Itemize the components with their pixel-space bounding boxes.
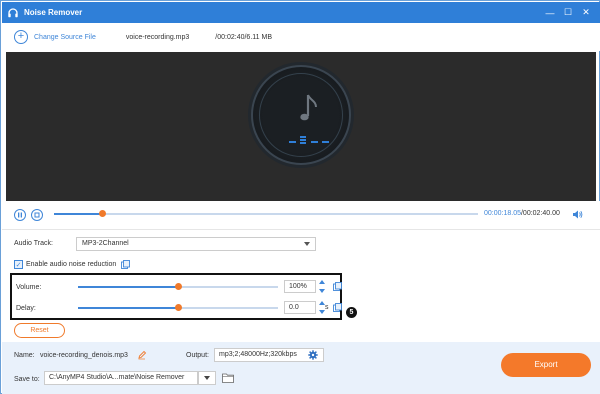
volume-up-icon[interactable] <box>318 280 325 284</box>
delay-unit: s <box>325 304 329 311</box>
stop-button[interactable] <box>31 209 43 221</box>
change-source-file-link[interactable]: Change Source File <box>34 34 96 41</box>
pause-button[interactable] <box>14 209 26 221</box>
music-note-icon <box>300 94 317 121</box>
folder-icon[interactable] <box>222 372 234 383</box>
output-panel: Name: voice-recording_denois.mp3 Output:… <box>2 342 600 394</box>
maximize-button[interactable]: ☐ <box>560 5 576 20</box>
delay-input[interactable]: 0.0 <box>284 301 316 314</box>
volume-stepper[interactable] <box>318 280 325 293</box>
volume-slider-handle[interactable] <box>175 283 182 290</box>
volume-delay-highlight: Volume: 100% Delay: 0.0 s <box>10 273 342 320</box>
delay-row: Delay: 0.0 s <box>16 300 342 316</box>
volume-down-icon[interactable] <box>318 289 325 293</box>
delay-label: Delay: <box>16 304 36 312</box>
time-readout: 00:00:18.05/00:02:40.00 <box>484 210 560 217</box>
window-controls: — ☐ ✕ <box>542 5 594 20</box>
enable-noise-row: ✓ Enable audio noise reduction <box>14 260 131 269</box>
export-button[interactable]: Export <box>501 353 591 377</box>
save-to-path-field[interactable]: C:\AnyMP4 Studio\A...mate\Noise Remover <box>44 371 198 385</box>
playback-progress-slider[interactable] <box>54 210 478 217</box>
equalizer-icon <box>289 136 329 144</box>
reset-button[interactable]: Reset <box>14 323 65 338</box>
copy-delay-icon[interactable] <box>333 303 342 312</box>
volume-row: Volume: 100% <box>16 279 342 295</box>
delay-slider-handle[interactable] <box>175 304 182 311</box>
enable-noise-label: Enable audio noise reduction <box>26 261 117 268</box>
audio-track-row: Audio Track: MP3-2Channel <box>14 237 316 251</box>
source-file-name: voice-recording.mp3 <box>125 33 190 41</box>
save-to-label: Save to: <box>14 376 40 383</box>
volume-slider-fill <box>78 286 178 288</box>
source-file-meta: /00:02:40/6.11 MB <box>215 33 272 41</box>
volume-input[interactable]: 100% <box>284 280 316 293</box>
title-bar: Noise Remover — ☐ ✕ <box>2 2 600 23</box>
app-window: Noise Remover — ☐ ✕ + Change Source File… <box>0 0 600 394</box>
enable-noise-checkbox[interactable]: ✓ <box>14 260 23 269</box>
headphones-icon <box>7 7 19 19</box>
chevron-down-icon <box>304 242 310 246</box>
file-bar: + Change Source File voice-recording.mp3… <box>2 23 600 51</box>
current-time: 00:00:18.05 <box>484 210 521 217</box>
total-time: /00:02:40.00 <box>520 210 560 217</box>
add-file-icon[interactable]: + <box>14 30 28 44</box>
volume-slider[interactable] <box>78 283 278 290</box>
copy-volume-icon[interactable] <box>333 282 342 291</box>
delay-stepper[interactable] <box>318 301 325 314</box>
edit-pencil-icon[interactable] <box>137 350 147 360</box>
copy-settings-icon[interactable] <box>121 260 131 269</box>
delay-down-icon[interactable] <box>318 310 325 314</box>
audio-preview <box>6 52 596 201</box>
delay-slider-fill <box>78 307 178 309</box>
output-label: Output: <box>186 352 209 359</box>
pause-icon <box>18 212 22 218</box>
delay-up-icon[interactable] <box>318 301 325 305</box>
volume-icon[interactable] <box>572 209 583 220</box>
window-title: Noise Remover <box>24 8 83 17</box>
audio-track-select[interactable]: MP3-2Channel <box>76 237 316 251</box>
close-button[interactable]: ✕ <box>578 5 594 20</box>
playback-progress-handle[interactable] <box>98 210 106 217</box>
settings-panel: Audio Track: MP3-2Channel ✓ Enable audio… <box>2 229 600 342</box>
save-to-dropdown[interactable] <box>198 371 216 385</box>
stop-icon <box>34 212 40 218</box>
audio-track-value: MP3-2Channel <box>82 240 129 247</box>
gear-icon[interactable] <box>308 350 318 360</box>
step-number-badge: 5 <box>346 307 357 318</box>
playback-controls: 00:00:18.05/00:02:40.00 <box>2 201 600 229</box>
delay-slider[interactable] <box>78 304 278 311</box>
volume-label: Volume: <box>16 283 42 291</box>
audio-disc-graphic <box>251 65 351 165</box>
chevron-down-icon <box>204 376 210 380</box>
name-label: Name: <box>14 352 35 359</box>
minimize-button[interactable]: — <box>542 5 558 20</box>
output-name-value: voice-recording_denois.mp3 <box>40 352 128 359</box>
playback-progress-fill <box>54 213 102 215</box>
audio-track-label: Audio Track: <box>14 240 53 247</box>
